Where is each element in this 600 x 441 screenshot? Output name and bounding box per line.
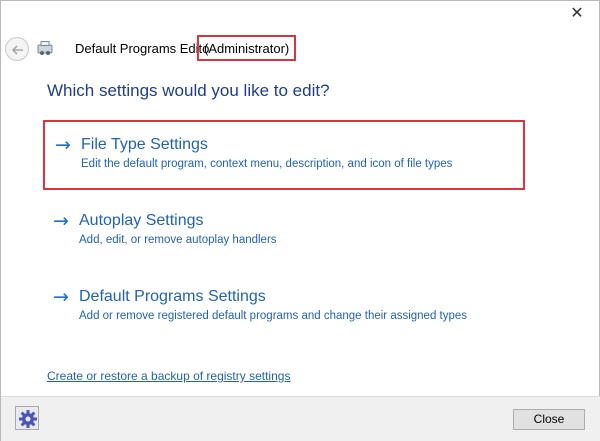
back-button[interactable] <box>5 37 29 61</box>
option-description: Edit the default program, context menu, … <box>81 158 453 170</box>
option-description: Add, edit, or remove autoplay handlers <box>79 234 277 246</box>
option-title: Default Programs Settings <box>79 288 266 305</box>
file-type-settings-option[interactable]: → File Type Settings Edit the default pr… <box>43 120 525 190</box>
default-programs-settings-option[interactable]: → Default Programs Settings Add or remov… <box>43 286 525 328</box>
window-title: Default Programs Edito <box>75 41 210 56</box>
administrator-label: (Administrator) <box>197 35 297 61</box>
default-programs-icon <box>37 41 53 55</box>
back-arrow-icon <box>11 45 23 55</box>
backup-registry-link[interactable]: Create or restore a backup of registry s… <box>47 369 290 383</box>
window-close-icon[interactable]: ✕ <box>565 3 589 23</box>
arrow-right-icon: → <box>55 134 71 156</box>
arrow-right-icon: → <box>53 210 69 232</box>
arrow-right-icon: → <box>53 286 69 308</box>
option-description: Add or remove registered default program… <box>79 310 468 322</box>
settings-button[interactable] <box>15 406 39 430</box>
title-bar: Default Programs Edito (Administrator) <box>1 31 600 65</box>
autoplay-settings-option[interactable]: → Autoplay Settings Add, edit, or remove… <box>43 210 525 252</box>
gear-icon <box>19 410 37 428</box>
window: ✕ Default Programs Edito (Administrator)… <box>0 0 600 441</box>
footer-bar: Close <box>1 396 600 441</box>
page-heading: Which settings would you like to edit? <box>47 81 330 100</box>
close-button[interactable]: Close <box>513 409 585 430</box>
option-title: File Type Settings <box>81 136 208 153</box>
option-title: Autoplay Settings <box>79 212 204 229</box>
